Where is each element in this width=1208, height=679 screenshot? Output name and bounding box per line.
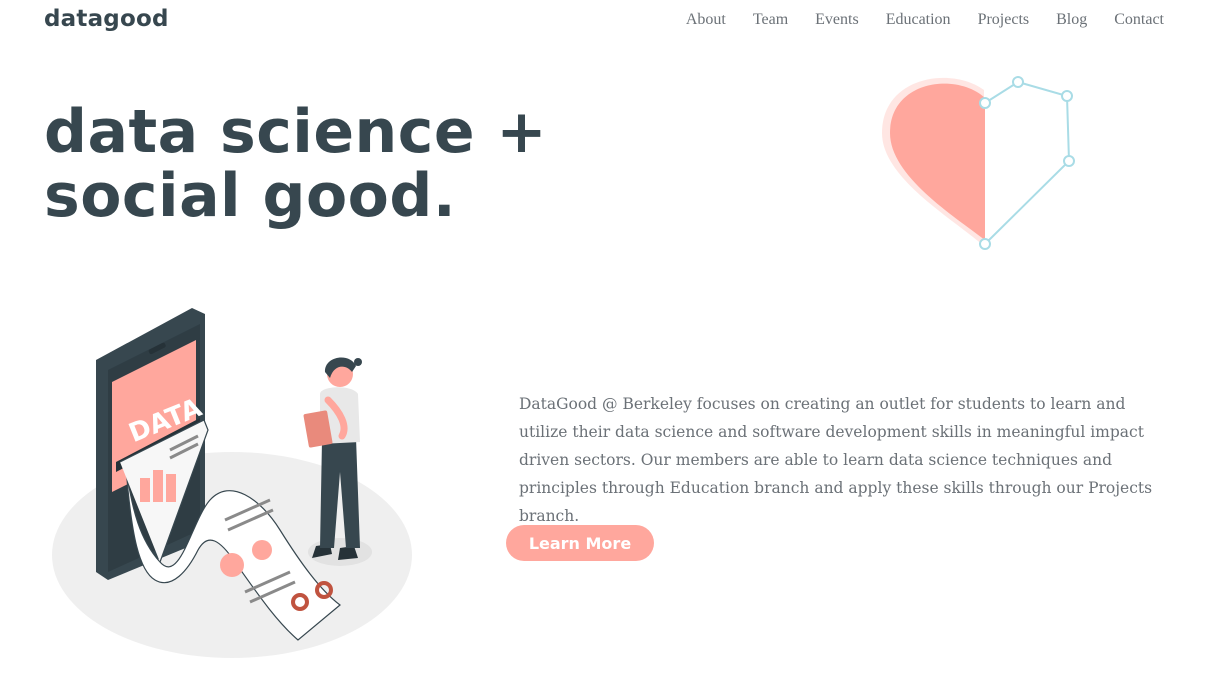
main-nav: About Team Events Education Projects Blo… (686, 11, 1164, 29)
heart-illustration (882, 76, 1075, 250)
intro-description: DataGood @ Berkeley focuses on creating … (519, 395, 1153, 525)
nav-events-link[interactable]: Events (815, 11, 859, 29)
nav-projects-link[interactable]: Projects (978, 11, 1030, 29)
nav-contact-link[interactable]: Contact (1114, 11, 1164, 29)
learn-more-button[interactable]: Learn More (506, 525, 654, 561)
nav-about-link[interactable]: About (686, 11, 726, 29)
hero-title: data science + social good. (44, 97, 548, 231)
nav-team-link[interactable]: Team (753, 11, 788, 29)
site-logo[interactable]: datagood (44, 6, 169, 32)
nav-blog-link[interactable]: Blog (1056, 11, 1087, 29)
data-phone-illustration: DATA (52, 308, 412, 658)
nav-education-link[interactable]: Education (886, 11, 951, 29)
